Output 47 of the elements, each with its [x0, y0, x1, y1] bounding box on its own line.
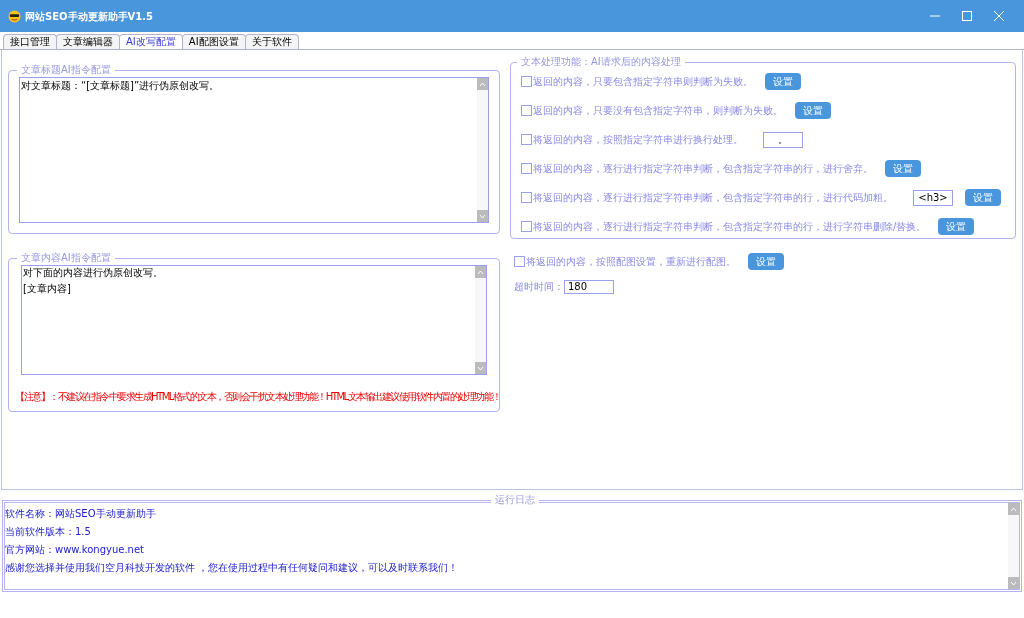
option-label: 将返回的内容，按照配图设置，重新进行配图。 [526, 255, 736, 269]
checkbox[interactable] [521, 192, 532, 203]
checkbox[interactable] [521, 221, 532, 232]
group-title: 运行日志 [491, 494, 539, 506]
maximize-icon[interactable] [962, 11, 972, 21]
prompt-text: [文章内容] [23, 283, 72, 295]
prompt-text: 对文章标题：“[文章标题]”进行伪原创改写。 [21, 79, 221, 93]
scroll-down-icon[interactable] [477, 210, 488, 222]
option-label: 返回的内容，只要包含指定字符串则判断为失败。 [533, 75, 753, 89]
log-line: 软件名称：网站SEO手动更新助手 [5, 507, 157, 521]
checkbox[interactable] [521, 134, 532, 145]
scroll-up-icon[interactable] [1008, 503, 1019, 515]
tab[interactable]: 关于软件 [244, 34, 299, 49]
group-title: 文章标题AI指令配置 [17, 64, 115, 76]
checkbox[interactable] [514, 256, 525, 267]
timeout-field[interactable]: 180 [564, 279, 614, 294]
tab[interactable]: AI配图设置 [181, 34, 246, 49]
group-title: 文本处理功能：AI请求后的内容处理 [517, 56, 685, 68]
checkbox[interactable] [521, 163, 532, 174]
tab[interactable]: 文章编辑器 [56, 34, 120, 49]
scroll-down-icon[interactable] [1008, 577, 1019, 589]
log-line: 官方网站：www.kongyue.net [5, 543, 146, 557]
value-field[interactable]: 。 [763, 131, 803, 148]
warning-text: 【注意】：不建议在指令中要求生成HTML格式的文本，否则会干扰文本处理功能！HTML文本输出建议使用软件内置的处理功能！ [15, 390, 501, 404]
prompt-text-area[interactable]: 对文章标题：“[文章标题]”进行伪原创改写。 [19, 77, 489, 223]
prompt-text: 对下面的内容进行伪原创改写。 [23, 267, 164, 279]
option-label: 返回的内容，只要没有包含指定字符串，则判断为失败。 [533, 104, 783, 118]
scroll-down-icon[interactable] [475, 362, 486, 374]
tab[interactable]: 接口管理 [3, 34, 57, 49]
value-field[interactable]: <h3> [913, 189, 953, 206]
scroll-up-icon[interactable] [475, 266, 486, 278]
option-label: 将返回的内容，按照指定字符串进行换行处理。 [533, 133, 743, 147]
option-label: 将返回的内容，逐行进行指定字符串判断，包含指定字符串的行，进行代码加粗。 [533, 191, 893, 205]
window-title: 网站SEO手动更新助手V1.5 [25, 9, 153, 24]
log-line: 感谢您选择并使用我们空月科技开发的软件 ，您在使用过程中有任何疑问和建议，可以及时联系我们！ [5, 561, 460, 575]
prompt-text-area[interactable]: 对下面的内容进行伪原创改写。 [文章内容] [21, 265, 487, 375]
group-title: 文章内容AI指令配置 [17, 252, 115, 264]
scroll-up-icon[interactable] [477, 78, 488, 90]
smiley-sunglasses-icon [8, 9, 21, 23]
checkbox[interactable] [521, 105, 532, 116]
checkbox[interactable] [521, 76, 532, 87]
option-label: 将返回的内容，逐行进行指定字符串判断，包含指定字符串的行，进行字符串删除/替换。 [533, 220, 927, 234]
close-icon[interactable] [994, 11, 1004, 21]
tab[interactable]: AI改写配置 [119, 34, 183, 49]
timeout-label: 超时时间： [514, 280, 564, 294]
option-label: 将返回的内容，逐行进行指定字符串判断，包含指定字符串的行，进行舍弃。 [533, 162, 873, 176]
log-line: 当前软件版本：1.5 [5, 525, 92, 539]
